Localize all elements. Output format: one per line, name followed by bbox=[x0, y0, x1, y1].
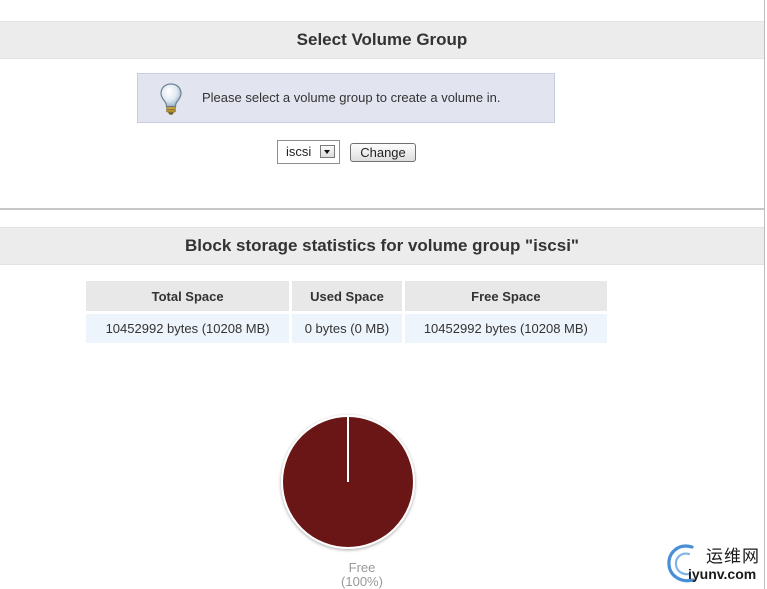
dropdown-arrow-button[interactable] bbox=[320, 145, 335, 158]
hint-box: Please select a volume group to create a… bbox=[137, 73, 555, 123]
column-header-total-space: Total Space bbox=[86, 281, 290, 311]
lightbulb-icon bbox=[158, 82, 184, 121]
iyunv-watermark-logo: 运维网 iyunv.com bbox=[662, 540, 762, 586]
hint-text: Please select a volume group to create a… bbox=[202, 90, 501, 105]
used-space-value: 0 bytes (0 MB) bbox=[292, 314, 402, 343]
table-row: 10452992 bytes (10208 MB) 0 bytes (0 MB)… bbox=[86, 314, 607, 343]
window-right-border bbox=[764, 0, 765, 589]
volume-group-select[interactable]: iscsi bbox=[277, 140, 340, 164]
chevron-down-icon bbox=[324, 150, 330, 154]
pie-slice-label-free: Free bbox=[348, 560, 376, 575]
watermark-cn-text: 运维网 bbox=[706, 547, 760, 567]
pie-slice-percent-free: (100%) bbox=[341, 574, 383, 589]
table-header-row: Total Space Used Space Free Space bbox=[86, 281, 607, 311]
block-storage-statistics-heading: Block storage statistics for volume grou… bbox=[0, 227, 764, 265]
total-space-value: 10452992 bytes (10208 MB) bbox=[86, 314, 290, 343]
column-header-used-space: Used Space bbox=[292, 281, 402, 311]
column-header-free-space: Free Space bbox=[404, 281, 607, 311]
storage-statistics-table: Total Space Used Space Free Space 104529… bbox=[84, 279, 610, 347]
watermark-en-text: iyunv.com bbox=[688, 566, 757, 582]
free-space-value: 10452992 bytes (10208 MB) bbox=[404, 314, 607, 343]
storage-pie-chart bbox=[276, 410, 420, 556]
select-volume-group-heading: Select Volume Group bbox=[0, 21, 764, 59]
section-divider bbox=[0, 208, 764, 210]
change-button[interactable]: Change bbox=[350, 143, 416, 162]
volume-group-select-value: iscsi bbox=[286, 144, 312, 159]
